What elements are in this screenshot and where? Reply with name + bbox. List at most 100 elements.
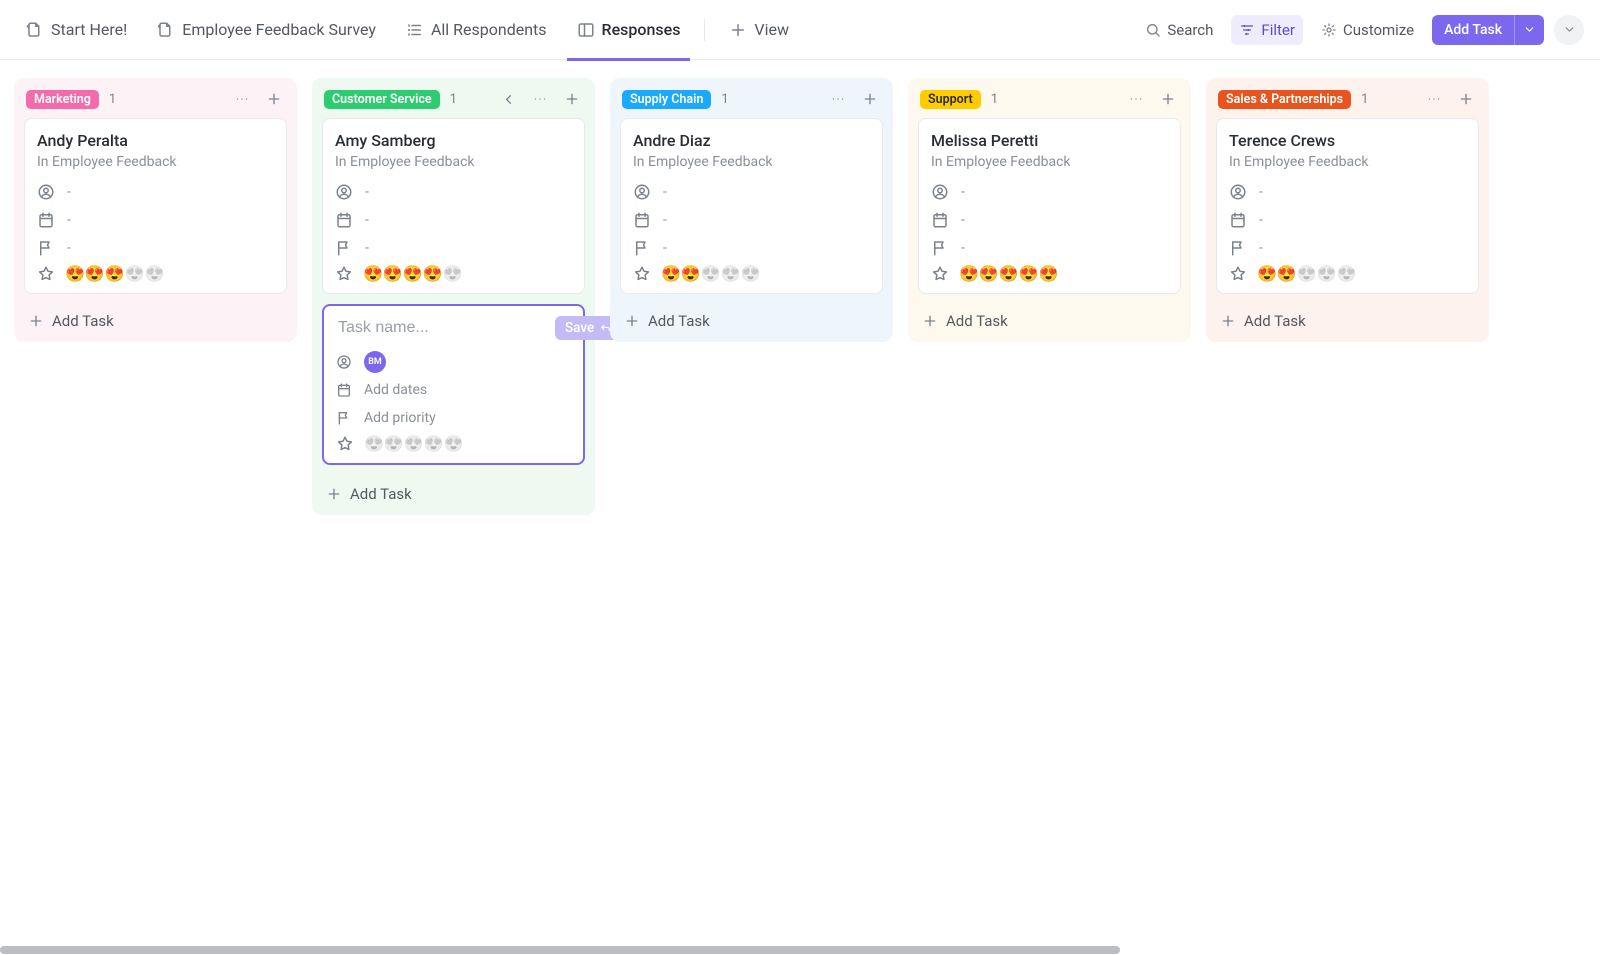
task-card[interactable]: Melissa Peretti In Employee Feedback - -… [918,118,1181,294]
flag-icon [633,239,651,257]
rating-row: 😍😍😍😍😍 [931,264,1168,283]
star-icon [336,435,354,453]
add-task-label: Add Task [1244,312,1306,330]
nav-separator [704,19,705,41]
new-task-input[interactable] [336,318,547,338]
column-count: 1 [721,92,728,107]
board-icon [577,21,595,39]
column-tag[interactable]: Sales & Partnerships [1218,90,1351,109]
date-value: - [365,212,369,228]
calendar-icon [1229,211,1247,229]
add-task-label: Add Task [648,312,710,330]
priority-row[interactable]: - [335,234,572,262]
nav-label: Responses [602,20,681,39]
column-menu[interactable] [827,88,849,110]
assignee-row[interactable]: - [335,178,572,206]
add-task-row[interactable]: Add Task [908,304,1191,342]
add-priority-row[interactable]: Add priority [336,404,571,432]
user-icon [633,183,651,201]
flag-icon [336,410,352,426]
add-task-dropdown[interactable] [1514,15,1544,45]
star-icon [931,265,949,283]
priority-row[interactable]: - [37,234,274,262]
add-task-row[interactable]: Add Task [14,304,297,342]
priority-value: - [365,240,369,256]
date-row[interactable]: - [37,206,274,234]
assignee-value: - [1259,184,1263,200]
filter-button[interactable]: Filter [1231,15,1303,45]
calendar-icon [37,211,55,229]
search-label: Search [1167,21,1213,39]
chevron-down-icon [1523,23,1536,36]
customize-label: Customize [1343,21,1414,39]
list-icon [406,21,424,39]
priority-row[interactable]: - [633,234,870,262]
task-card[interactable]: Andy Peralta In Employee Feedback - - - … [24,118,287,294]
date-value: - [1259,212,1263,228]
column-menu[interactable] [529,88,551,110]
chevron-down-icon [1563,23,1576,36]
plus-icon [28,313,44,329]
column-menu[interactable] [1423,88,1445,110]
assignee-avatar[interactable]: BM [364,351,386,373]
add-task-row[interactable]: Add Task [312,477,595,515]
date-row[interactable]: - [633,206,870,234]
horizontal-scrollbar[interactable] [0,943,1600,955]
nav-label: Employee Feedback Survey [182,20,376,39]
assignee-value: - [365,184,369,200]
date-row[interactable]: - [335,206,572,234]
assignee-row[interactable]: - [1229,178,1466,206]
user-icon [1229,183,1247,201]
column-menu[interactable] [231,88,253,110]
add-task-label: Add Task [52,312,114,330]
scrollbar-thumb[interactable] [0,946,1120,954]
add-dates-row[interactable]: Add dates [336,376,571,404]
column-tag[interactable]: Customer Service [324,90,440,109]
search-button[interactable]: Search [1137,15,1221,45]
more-menu-button[interactable] [1554,15,1584,45]
column-sales: Sales & Partnerships 1 Terence Crews In … [1206,78,1489,342]
column-tag[interactable]: Marketing [26,90,99,109]
calendar-icon [931,211,949,229]
column-tag[interactable]: Supply Chain [622,90,711,109]
priority-row[interactable]: - [931,234,1168,262]
nav-responses[interactable]: Responses [567,0,691,60]
rating-input[interactable]: 😍😍😍😍😍 [336,434,571,453]
card-title: Andre Diaz [633,131,870,150]
priority-row[interactable]: - [1229,234,1466,262]
rating-row: 😍😍😍😍😍 [1229,264,1466,283]
card-subtitle: In Employee Feedback [633,154,870,170]
column-menu[interactable] [1125,88,1147,110]
task-card[interactable]: Amy Samberg In Employee Feedback - - - 😍… [322,118,585,294]
column-add[interactable] [1157,88,1179,110]
star-icon [1229,265,1247,283]
gear-icon [1321,22,1337,38]
assignee-value: - [961,184,965,200]
card-title: Terence Crews [1229,131,1466,150]
nav-all-respondents[interactable]: All Respondents [396,0,557,60]
nav-survey[interactable]: Employee Feedback Survey [147,0,386,60]
add-task-row[interactable]: Add Task [610,304,893,342]
column-add[interactable] [1455,88,1477,110]
column-add[interactable] [561,88,583,110]
task-card[interactable]: Andre Diaz In Employee Feedback - - - 😍😍… [620,118,883,294]
task-card[interactable]: Terence Crews In Employee Feedback - - -… [1216,118,1479,294]
date-row[interactable]: - [931,206,1168,234]
column-collapse[interactable] [497,88,519,110]
assignee-row[interactable]: - [931,178,1168,206]
customize-button[interactable]: Customize [1313,15,1422,45]
date-row[interactable]: - [1229,206,1466,234]
column-tag[interactable]: Support [920,90,981,109]
column-add[interactable] [263,88,285,110]
rating-emojis: 😍😍😍😍😍 [364,434,464,453]
nav-start-here[interactable]: Start Here! [16,0,137,60]
card-title: Melissa Peretti [931,131,1168,150]
assignee-value: - [663,184,667,200]
assignee-row[interactable]: - [633,178,870,206]
plus-icon [624,313,640,329]
assignee-row[interactable]: - [37,178,274,206]
add-task-button[interactable]: Add Task [1432,15,1544,45]
add-task-row[interactable]: Add Task [1206,304,1489,342]
nav-add-view[interactable]: View [719,0,799,60]
column-add[interactable] [859,88,881,110]
